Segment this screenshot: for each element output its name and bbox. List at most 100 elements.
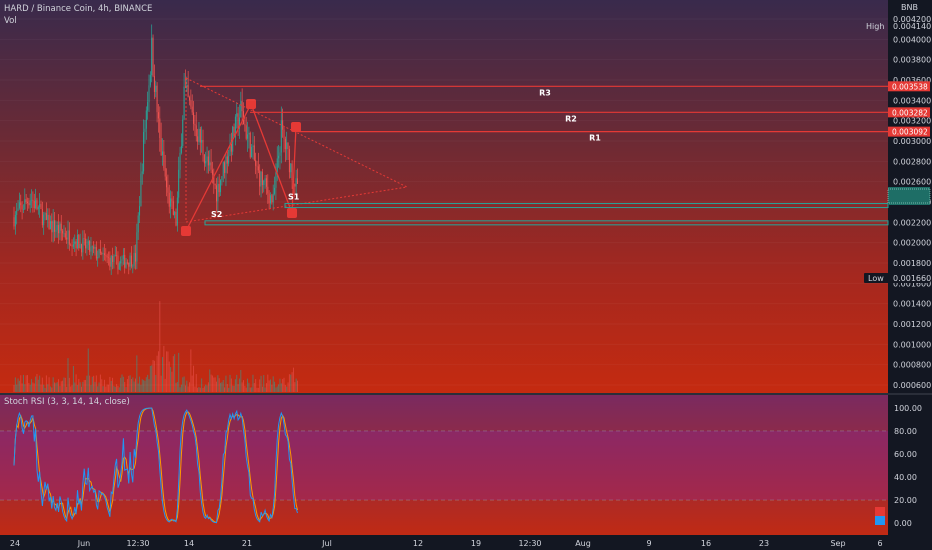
candle-body <box>175 211 177 226</box>
low-tag: Low 0.001660 <box>864 273 931 283</box>
candle-body <box>36 199 38 210</box>
candle-body <box>64 233 66 238</box>
volume-bar <box>99 374 101 392</box>
candle-body <box>249 132 251 158</box>
pivot-marker[interactable] <box>291 122 301 132</box>
volume-bar <box>206 385 208 392</box>
high-value: 0.004140 <box>893 22 931 31</box>
candle-body <box>62 230 64 234</box>
volume-bar <box>253 382 255 392</box>
volume-bar <box>288 374 290 392</box>
candle-body <box>133 252 135 266</box>
level-label-s2: S2 <box>211 210 222 219</box>
pane-divider[interactable] <box>0 393 932 395</box>
candle-body <box>70 244 72 246</box>
main-pane-background <box>0 0 888 394</box>
time-tick-label: 12:30 <box>126 539 149 548</box>
volume-bar <box>109 376 111 392</box>
volume-bar <box>184 385 186 392</box>
volume-bar <box>260 375 262 392</box>
pivot-marker[interactable] <box>287 208 297 218</box>
volume-bar <box>40 384 42 392</box>
volume-bar <box>197 387 199 392</box>
time-tick-label: 12 <box>413 539 423 548</box>
candle-body <box>78 234 80 249</box>
volume-bar <box>174 354 176 392</box>
time-tick-label: 14 <box>184 539 194 548</box>
candle-body <box>265 178 267 187</box>
volume-bar <box>125 387 127 392</box>
candle-body <box>272 193 274 203</box>
candle-body <box>25 199 27 202</box>
volume-bar <box>79 382 81 392</box>
pivot-marker[interactable] <box>181 226 191 236</box>
volume-bar <box>291 372 293 392</box>
candle-body <box>31 199 33 201</box>
candle-body <box>191 106 193 113</box>
volume-bar <box>67 358 69 392</box>
volume-bar <box>151 365 153 392</box>
price-tick-label: 0.001200 <box>893 320 931 329</box>
candle-body <box>159 118 161 138</box>
candle-body <box>276 158 278 173</box>
volume-bar <box>232 385 234 392</box>
volume-bar <box>66 386 68 392</box>
volume-bar <box>36 374 38 392</box>
candle-body <box>29 200 31 206</box>
volume-bar <box>257 387 259 392</box>
candle-body <box>152 37 154 77</box>
candle-body <box>140 173 142 207</box>
rsi-k-tag <box>875 516 885 525</box>
candle-body <box>252 145 254 148</box>
candle-body <box>124 254 126 268</box>
volume-bar <box>126 379 128 392</box>
volume-bar <box>16 384 18 392</box>
candle-body <box>63 233 65 234</box>
volume-bar <box>56 382 58 392</box>
candle-body <box>44 213 46 215</box>
volume-bar <box>103 379 105 392</box>
volume-bar <box>176 381 178 392</box>
volume-bar <box>193 365 195 392</box>
candle-body <box>288 149 290 173</box>
price-tick-label: 0.002600 <box>893 178 931 187</box>
candle-body <box>106 255 108 258</box>
candle-body <box>230 143 232 152</box>
volume-bar <box>162 357 163 392</box>
candle-body <box>13 217 15 227</box>
candle-body <box>143 132 145 172</box>
r3-price-tag-text: 0.003538 <box>892 82 928 91</box>
level-label-r2: R2 <box>565 114 577 123</box>
volume-bar <box>240 369 242 392</box>
volume-bar <box>98 382 100 392</box>
candle-body <box>214 183 216 186</box>
volume-bar <box>114 386 116 392</box>
volume-bar <box>216 381 217 392</box>
candle-body <box>280 120 282 153</box>
rsi-label[interactable]: Stoch RSI (3, 3, 14, 14, close) <box>4 397 130 407</box>
volume-bar <box>130 379 132 392</box>
price-chart[interactable]: R3R2R1S1S2 0.0042000.0040000.0038000.003… <box>0 0 932 550</box>
candle-body <box>79 243 81 249</box>
candle-body <box>264 178 266 181</box>
volume-bar <box>249 387 251 392</box>
volume-bar <box>178 352 180 392</box>
price-tick-label: 0.001000 <box>893 340 931 349</box>
volume-bar <box>251 387 253 392</box>
chart-title[interactable]: HARD / Binance Coin, 4h, BINANCE <box>4 4 152 14</box>
candle-body <box>114 255 116 257</box>
volume-bar <box>248 382 250 392</box>
volume-bar <box>265 383 267 392</box>
volume-bar <box>59 386 61 392</box>
candle-body <box>222 162 224 177</box>
candle-body <box>182 119 184 146</box>
time-tick-label: Sep <box>830 539 845 548</box>
volume-bar <box>263 375 265 392</box>
candle-body <box>216 185 217 202</box>
rsi-tick-label: 100.00 <box>894 404 922 413</box>
volume-bar <box>117 386 119 392</box>
candle-body <box>183 86 185 120</box>
candle-body <box>43 214 45 226</box>
volume-bar <box>83 379 85 392</box>
time-tick-label: 9 <box>646 539 651 548</box>
